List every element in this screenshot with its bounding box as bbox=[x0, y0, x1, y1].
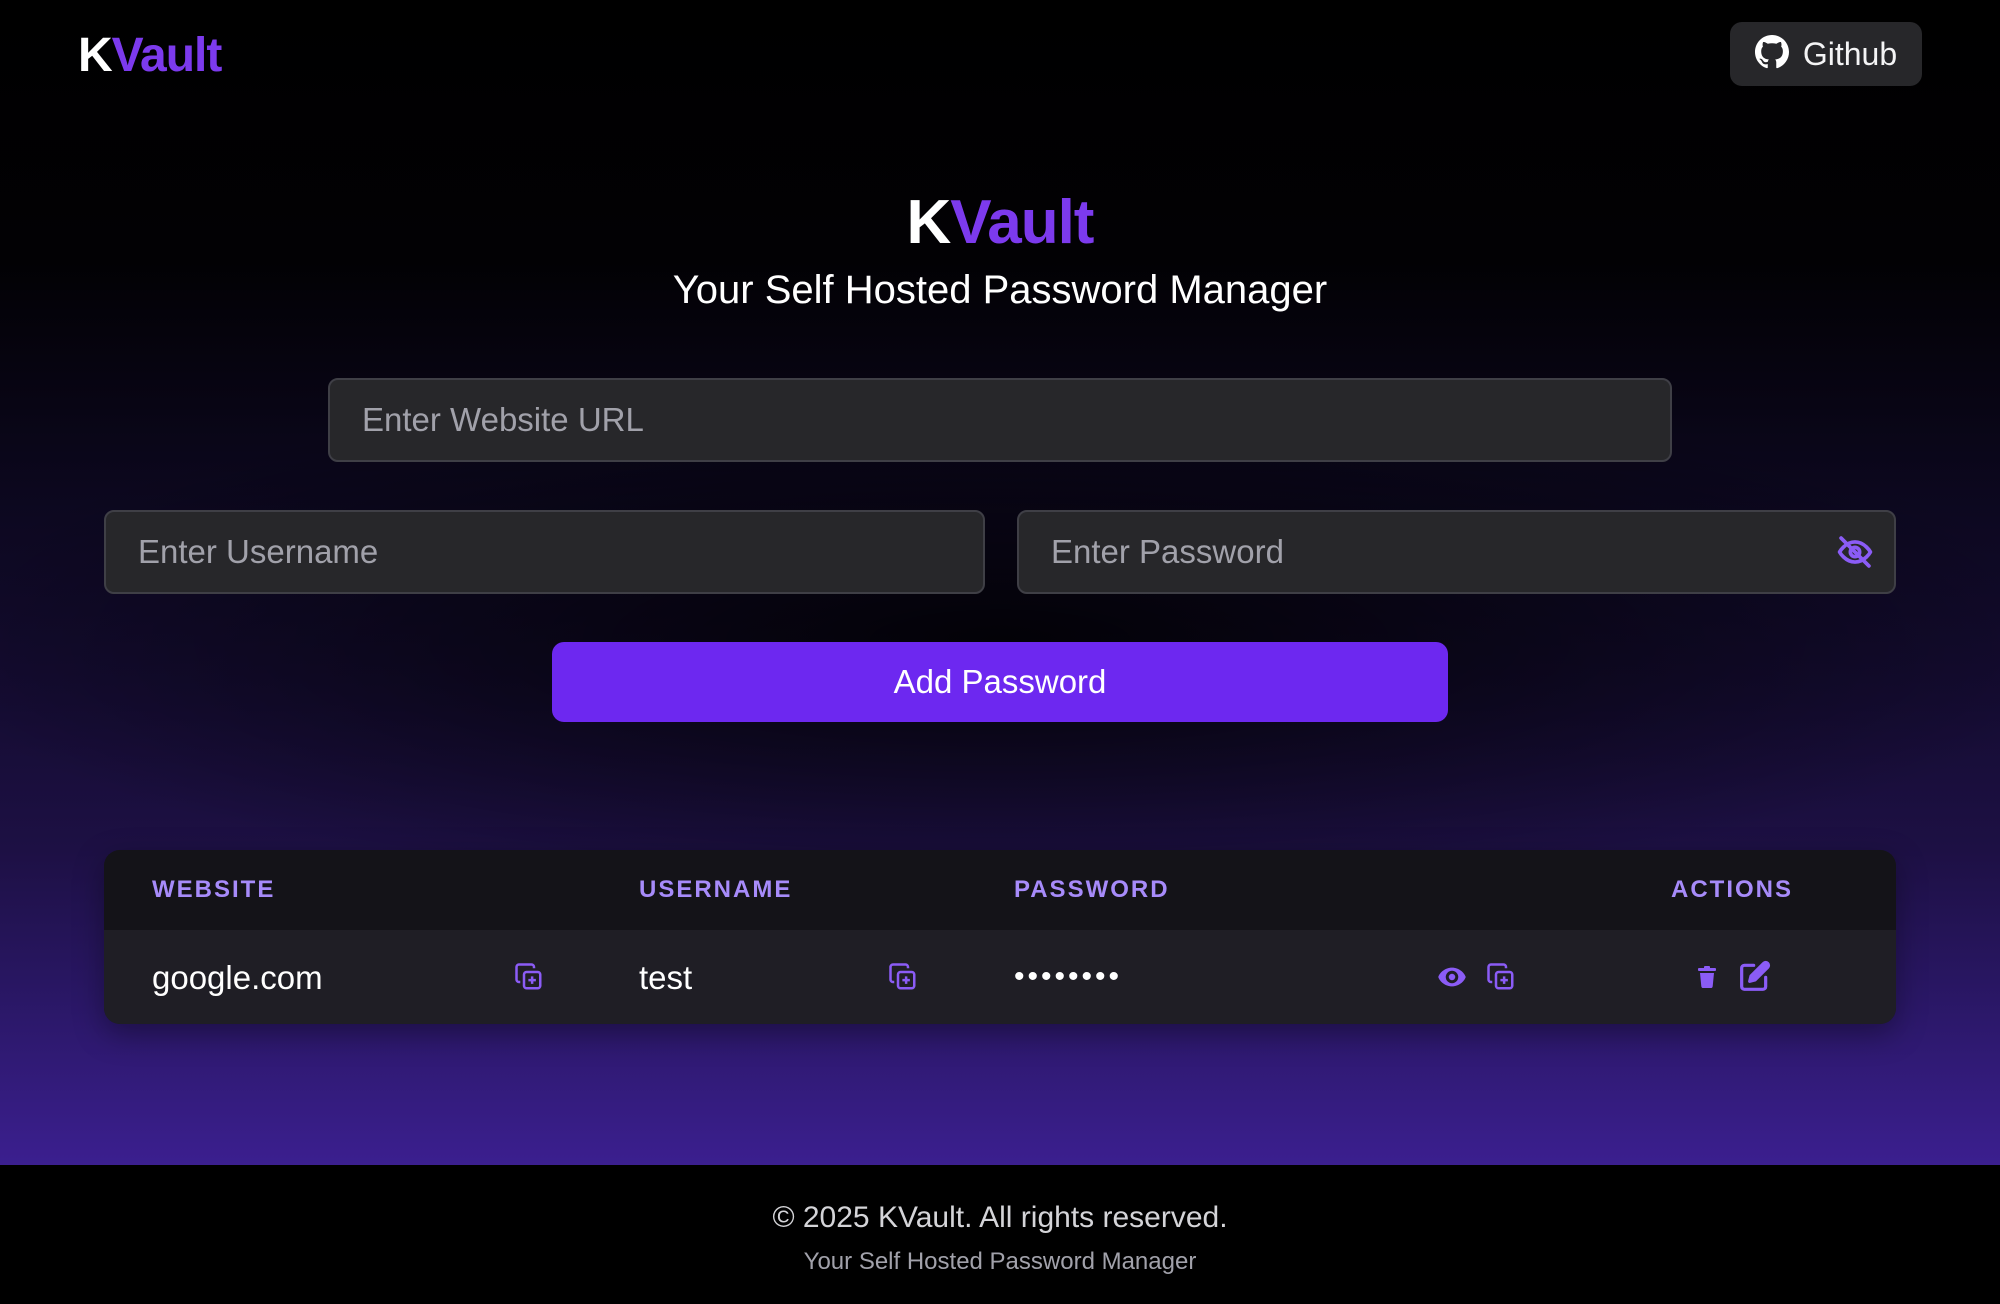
show-password-eye-icon[interactable] bbox=[1434, 960, 1470, 994]
column-header-actions: ACTIONS bbox=[1671, 876, 1793, 903]
navbar-logo[interactable]: KVault bbox=[78, 28, 223, 84]
eye-slash-icon[interactable] bbox=[1836, 535, 1874, 569]
table-header: WEBSITE USERNAME PASSWORD ACTIONS bbox=[104, 850, 1896, 930]
password-input[interactable] bbox=[1017, 510, 1896, 594]
copy-password-icon[interactable] bbox=[1484, 960, 1518, 994]
footer-tagline: Your Self Hosted Password Manager bbox=[803, 1248, 1197, 1275]
delete-trash-icon[interactable] bbox=[1692, 960, 1722, 994]
title-k: K bbox=[906, 188, 952, 257]
column-header-username: USERNAME bbox=[639, 876, 793, 903]
website-cell: google.com bbox=[152, 959, 323, 996]
username-cell: test bbox=[639, 959, 693, 996]
edit-icon[interactable] bbox=[1736, 958, 1774, 994]
page-title: KVault bbox=[0, 188, 2000, 258]
passwords-table: WEBSITE USERNAME PASSWORD ACTIONS google… bbox=[104, 850, 1896, 1024]
copy-website-icon[interactable] bbox=[512, 960, 546, 994]
column-header-website: WEBSITE bbox=[152, 876, 276, 903]
column-header-password: PASSWORD bbox=[1014, 876, 1170, 903]
github-icon bbox=[1754, 34, 1789, 74]
github-label: Github bbox=[1802, 35, 1898, 72]
table-row: google.com test •••••••• bbox=[104, 930, 1896, 1024]
footer-copyright: © 2025 KVault. All rights reserved. bbox=[772, 1201, 1228, 1234]
username-input[interactable] bbox=[104, 510, 985, 594]
title-vault: Vault bbox=[950, 188, 1094, 257]
website-url-input[interactable] bbox=[328, 378, 1672, 462]
github-button[interactable]: Github bbox=[1730, 22, 1922, 86]
navbar: KVault Github bbox=[0, 0, 2000, 110]
logo-vault: Vault bbox=[111, 29, 223, 82]
logo-k: K bbox=[78, 29, 113, 82]
page-subtitle: Your Self Hosted Password Manager bbox=[672, 268, 1328, 312]
password-cell: •••••••• bbox=[1014, 960, 1123, 993]
copy-username-icon[interactable] bbox=[886, 960, 920, 994]
add-password-button[interactable]: Add Password bbox=[552, 642, 1448, 722]
